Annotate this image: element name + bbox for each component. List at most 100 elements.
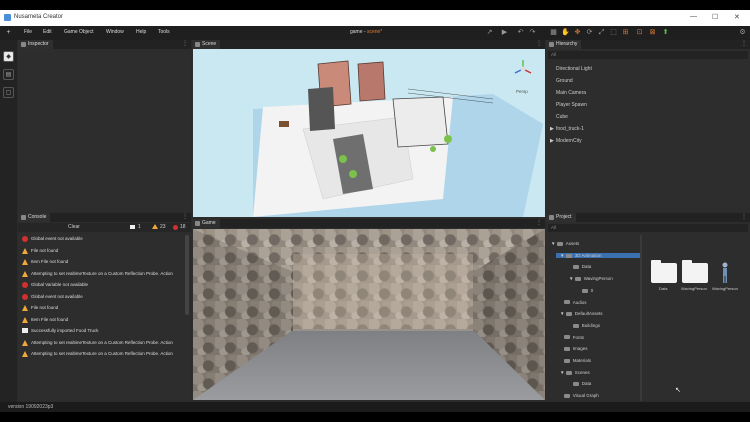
error-filter-icon[interactable] bbox=[173, 225, 178, 230]
project-tree-item[interactable]: Images bbox=[560, 346, 588, 351]
close-button[interactable]: ✕ bbox=[734, 13, 740, 21]
hierarchy-search-input[interactable]: All bbox=[548, 51, 748, 59]
hierarchy-item[interactable]: Main Camera bbox=[556, 90, 586, 96]
rect-icon[interactable]: ⬚ bbox=[609, 28, 618, 37]
menu-file[interactable]: File bbox=[24, 29, 32, 35]
project-tree-label: Scenes bbox=[574, 369, 590, 375]
project-tree-item[interactable]: ▼ 3D Animation bbox=[556, 252, 640, 258]
move-icon[interactable]: ✥ bbox=[573, 28, 582, 37]
tab-project[interactable]: Project bbox=[546, 213, 576, 222]
project-tree-item[interactable]: ▼ WavingPerson bbox=[569, 276, 613, 281]
settings-icon[interactable]: ⚙ bbox=[738, 28, 747, 37]
transform-icon[interactable]: ⊞ bbox=[621, 28, 630, 37]
project-tree-item[interactable]: ▼ Scenes bbox=[560, 370, 590, 375]
menu-bar: + File Edit Game Object Window Help Tool… bbox=[0, 26, 750, 40]
project-tree-item[interactable]: Materials bbox=[560, 358, 591, 363]
project-splitter[interactable] bbox=[640, 235, 642, 401]
inspector-icon bbox=[21, 42, 26, 47]
expand-icon[interactable]: ▶ bbox=[550, 138, 554, 144]
inspector-mode-icon[interactable]: ◆ bbox=[3, 51, 14, 62]
console-message-text: File not found bbox=[31, 305, 59, 310]
redo-icon[interactable]: ↷ bbox=[528, 28, 537, 37]
hierarchy-item[interactable]: Cube bbox=[556, 114, 568, 120]
project-search-input[interactable]: All bbox=[548, 224, 748, 232]
project-tree-item[interactable]: 0 bbox=[578, 288, 593, 293]
collapse-icon[interactable]: ▼ bbox=[560, 370, 566, 375]
collapse-icon[interactable]: ▼ bbox=[569, 276, 575, 281]
play-icon[interactable]: ▶ bbox=[500, 28, 509, 37]
menu-tools[interactable]: Tools bbox=[158, 29, 170, 35]
info-filter-icon[interactable] bbox=[130, 225, 135, 229]
assets-icon[interactable]: ▢ bbox=[3, 87, 14, 98]
tab-console[interactable]: Console bbox=[18, 213, 51, 222]
console-clear-button[interactable]: Clear bbox=[68, 224, 80, 230]
hierarchy-item[interactable]: ▶ food_truck-1 bbox=[550, 126, 584, 132]
lock-icon[interactable]: ⊡ bbox=[635, 28, 644, 37]
panel-menu-icon[interactable]: ⋮ bbox=[182, 40, 188, 49]
project-tree-item[interactable]: Data bbox=[569, 264, 591, 269]
folder-icon bbox=[563, 393, 570, 398]
menu-window[interactable]: Window bbox=[106, 29, 124, 35]
warning-count: 23 bbox=[160, 224, 166, 230]
hierarchy-item[interactable]: ▶ ModernCity bbox=[550, 138, 582, 144]
folder-icon bbox=[563, 347, 570, 352]
project-tree-item[interactable]: Buildings bbox=[569, 323, 600, 328]
upload-icon[interactable]: ⬆ bbox=[661, 28, 670, 37]
maximize-button[interactable]: ☐ bbox=[712, 13, 718, 21]
pointer-icon[interactable]: ↗ bbox=[485, 28, 494, 37]
menu-help[interactable]: Help bbox=[136, 29, 146, 35]
folder-icon bbox=[572, 323, 579, 328]
scale-icon[interactable]: ⤢ bbox=[597, 28, 606, 37]
add-icon[interactable]: + bbox=[4, 28, 13, 37]
character-icon[interactable] bbox=[720, 262, 730, 283]
hierarchy-item[interactable]: Ground bbox=[556, 78, 573, 84]
app-logo-icon bbox=[4, 14, 11, 21]
layers-icon[interactable]: ▤ bbox=[3, 69, 14, 80]
tab-game[interactable]: Game bbox=[192, 219, 220, 228]
panel-menu-icon[interactable]: ⋮ bbox=[182, 213, 188, 222]
rotate-icon[interactable]: ⟳ bbox=[585, 28, 594, 37]
project-tree-item[interactable]: Audios bbox=[560, 300, 587, 305]
panel-menu-icon[interactable]: ⋮ bbox=[536, 219, 542, 228]
project-tree-item[interactable]: Fonts bbox=[560, 335, 584, 340]
menu-game-object[interactable]: Game Object bbox=[64, 29, 93, 35]
project-tree-label: Data bbox=[581, 381, 592, 387]
undo-icon[interactable]: ↶ bbox=[516, 28, 525, 37]
collapse-icon[interactable]: ▼ bbox=[560, 253, 566, 258]
console-scrollbar[interactable] bbox=[185, 235, 189, 315]
project-tree-item[interactable]: Visual Graph bbox=[560, 393, 599, 398]
console-icon bbox=[21, 215, 26, 220]
snap-icon[interactable]: ⊠ bbox=[648, 28, 657, 37]
collapse-icon[interactable]: ▼ bbox=[560, 311, 566, 316]
expand-icon[interactable]: ▶ bbox=[550, 126, 554, 132]
panel-menu-icon[interactable]: ⋮ bbox=[741, 40, 747, 49]
project-tree-label: 0 bbox=[590, 287, 594, 293]
console-message-text: Global event not available bbox=[31, 236, 83, 241]
app-title: Nusameta Creator bbox=[14, 14, 64, 20]
hierarchy-item[interactable]: Player Spawn bbox=[556, 102, 587, 108]
tab-hierarchy[interactable]: Hierarchy bbox=[546, 40, 582, 49]
info-count: 1 bbox=[138, 224, 141, 230]
folder-icon[interactable] bbox=[682, 260, 708, 283]
hand-icon[interactable]: ✋ bbox=[561, 28, 570, 37]
project-tree-item[interactable]: ▼ Assets bbox=[551, 241, 579, 246]
tab-inspector[interactable]: Inspector bbox=[18, 40, 53, 49]
menu-edit[interactable]: Edit bbox=[43, 29, 52, 35]
project-tree-item[interactable]: ▼ DefaultAssets bbox=[560, 311, 602, 316]
tab-scene[interactable]: Scene bbox=[192, 40, 221, 49]
project-tree-item[interactable]: Data bbox=[569, 381, 591, 386]
warning-filter-icon[interactable] bbox=[152, 224, 158, 229]
grid-icon[interactable]: ▦ bbox=[549, 28, 558, 37]
panel-menu-icon[interactable]: ⋮ bbox=[536, 40, 542, 49]
panel-menu-icon[interactable]: ⋮ bbox=[741, 213, 747, 222]
game-viewport[interactable] bbox=[193, 229, 545, 400]
minimize-button[interactable]: — bbox=[690, 13, 697, 20]
hierarchy-item[interactable]: Directional Light bbox=[556, 66, 592, 72]
scene-render bbox=[253, 60, 543, 217]
collapse-icon[interactable]: ▼ bbox=[551, 241, 557, 246]
project-tree-label: Data bbox=[581, 264, 592, 270]
folder-icon[interactable] bbox=[651, 260, 677, 283]
info-icon bbox=[22, 328, 28, 333]
scene-viewport[interactable]: Persp bbox=[193, 49, 545, 217]
warning-icon bbox=[22, 247, 28, 254]
